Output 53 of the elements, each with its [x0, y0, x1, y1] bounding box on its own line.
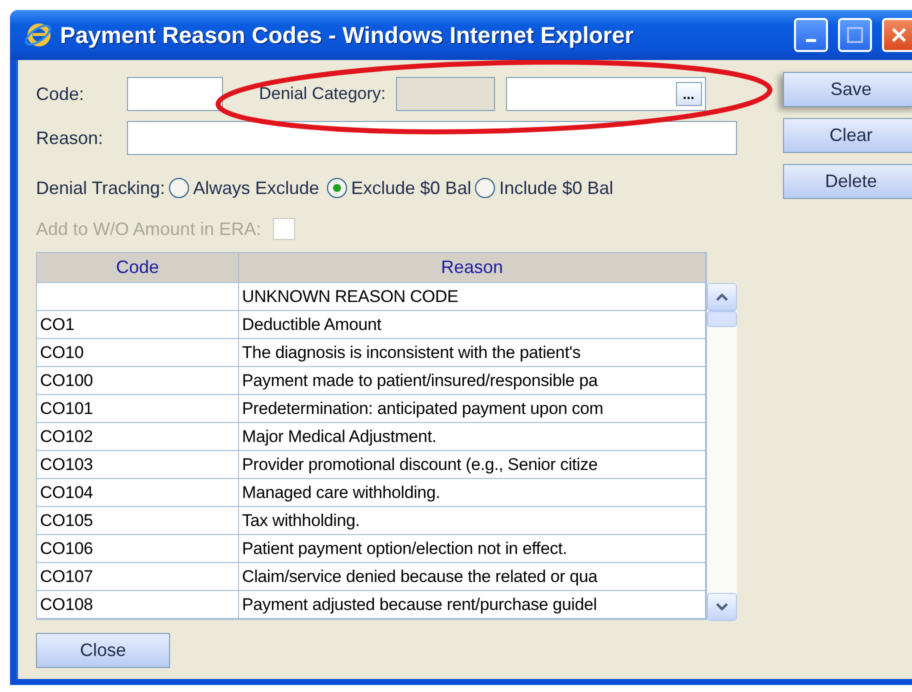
table-cell: Patient payment option/election not in effect.: [239, 535, 706, 563]
minimize-button[interactable]: [794, 18, 828, 52]
column-header[interactable]: Reason: [239, 253, 706, 283]
reason-label: Reason:: [36, 128, 104, 148]
maximize-icon: [847, 27, 863, 43]
denial-category-label: Denial Category:: [259, 84, 386, 104]
table-cell: Managed care withholding.: [239, 479, 706, 507]
table-cell: The diagnosis is inconsistent with the patient's: [239, 339, 706, 367]
table-cell: CO10: [37, 339, 239, 367]
minimize-icon: [806, 38, 816, 42]
table-cell: Deductible Amount: [239, 311, 706, 339]
close-icon: [891, 27, 907, 43]
browse-button[interactable]: ...: [676, 82, 702, 106]
radio-label: Always Exclude: [193, 178, 320, 198]
close-button[interactable]: [882, 18, 912, 52]
radio-label: Exclude $0 Bal: [351, 178, 472, 198]
close-dialog-button[interactable]: Close: [36, 633, 170, 668]
table-cell: Major Medical Adjustment.: [239, 423, 706, 451]
action-button[interactable]: Clear: [783, 118, 912, 153]
table-cell: CO107: [37, 563, 239, 591]
reason-field[interactable]: [127, 121, 737, 155]
action-button[interactable]: Delete: [783, 164, 912, 199]
table-cell: CO108: [37, 591, 239, 619]
table-cell: CO104: [37, 479, 239, 507]
table-cell: Tax withholding.: [239, 507, 706, 535]
table-cell: CO102: [37, 423, 239, 451]
category-name-field[interactable]: ...: [506, 77, 706, 111]
column-header[interactable]: Code: [37, 253, 239, 283]
window-title: Payment Reason Codes - Windows Internet Explorer: [60, 22, 635, 48]
scrollbar[interactable]: [707, 283, 737, 621]
radio-button[interactable]: [327, 178, 348, 198]
code-label: Code:: [36, 84, 86, 104]
table-cell: UNKNOWN REASON CODE: [239, 283, 706, 311]
table-cell: Payment adjusted because rent/purchase guidel: [239, 591, 706, 619]
table-cell: Provider promotional discount (e.g., Senior citize: [239, 451, 706, 479]
maximize-button[interactable]: [838, 18, 872, 52]
table-cell: CO101: [37, 395, 239, 423]
radio-button[interactable]: [475, 178, 496, 198]
scroll-thumb[interactable]: [707, 311, 737, 327]
table-cell: CO105: [37, 507, 239, 535]
radio-button[interactable]: [169, 178, 190, 198]
table-cell: CO106: [37, 535, 239, 563]
table-cell: Payment made to patient/insured/responsible pa: [239, 367, 706, 395]
add-wo-label: Add to W/O Amount in ERA:: [36, 218, 262, 240]
action-button[interactable]: Save: [783, 72, 912, 107]
table-cell: Predetermination: anticipated payment upon com: [239, 395, 706, 423]
table-cell: CO103: [37, 451, 239, 479]
radio-label: Include $0 Bal: [499, 178, 614, 198]
table-cell: Claim/service denied because the related or qua: [239, 563, 706, 591]
table-cell: CO100: [37, 367, 239, 395]
denial-tracking-label: Denial Tracking:: [36, 178, 166, 198]
code-field[interactable]: [127, 77, 223, 111]
table-cell: CO1: [37, 311, 239, 339]
